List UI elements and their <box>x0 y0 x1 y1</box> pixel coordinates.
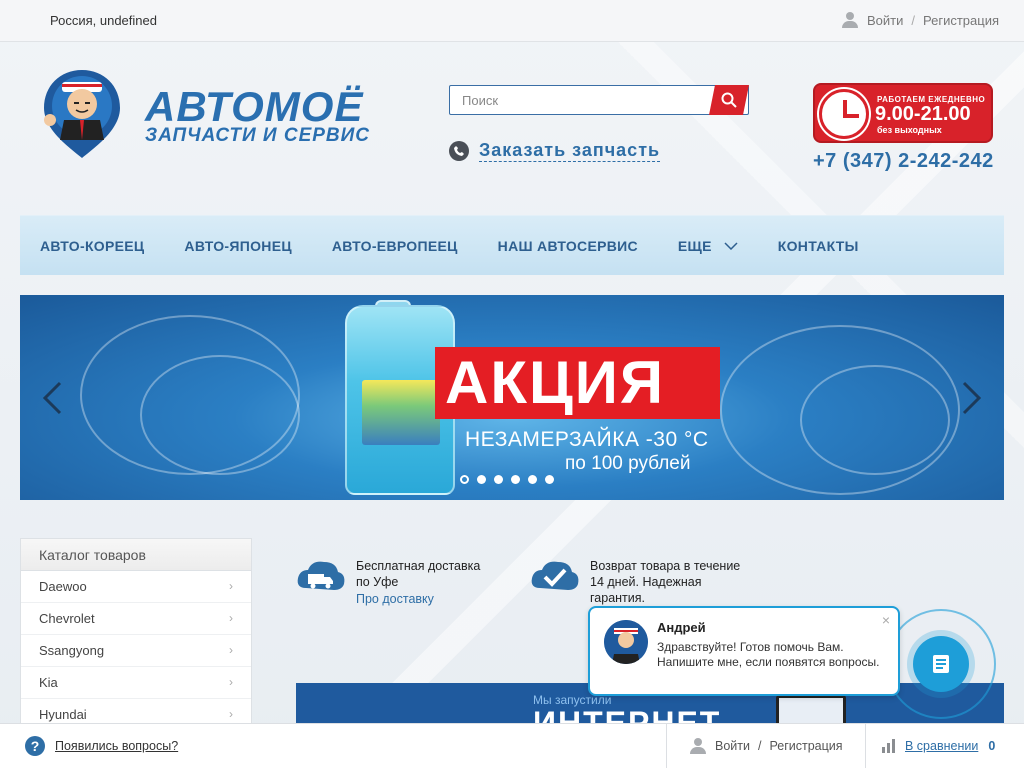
order-part-link[interactable]: Заказать запчасть <box>479 140 661 162</box>
user-icon <box>841 12 859 28</box>
chevron-right-icon: › <box>229 611 233 625</box>
mascot-logo-icon[interactable] <box>40 68 124 158</box>
catalog-item-ssangyong[interactable]: Ssangyong › <box>21 635 251 667</box>
compare-widget: В сравнении 0 <box>865 724 1024 768</box>
slider-dot[interactable] <box>545 475 554 484</box>
compare-count: 0 <box>988 739 996 753</box>
delivery-info-link[interactable]: Про доставку <box>356 592 434 606</box>
chat-message: Здравствуйте! Готов помочь Вам. Напишите… <box>657 640 880 669</box>
nav-item-more[interactable]: ЕЩЕ <box>678 238 738 254</box>
slider-dot[interactable] <box>460 475 469 484</box>
slider-next-arrow-icon[interactable] <box>962 381 982 415</box>
close-icon[interactable]: × <box>882 612 890 628</box>
order-part: Заказать запчасть <box>449 140 661 162</box>
clock-icon <box>819 89 869 139</box>
feature-return-line2: 14 дней. Надежная <box>590 575 702 589</box>
chevron-right-icon: › <box>229 579 233 593</box>
feature-return-line1: Возврат товара в течение <box>590 559 741 573</box>
working-hours-badge: РАБОТАЕМ ЕЖЕДНЕВНО 9.00-21.00 без выходн… <box>813 83 993 143</box>
feature-delivery: Бесплатная доставка по Уфе Про доставку <box>296 558 480 608</box>
search-input[interactable] <box>450 86 700 114</box>
hours-label-bottom: без выходных <box>877 125 942 135</box>
nav-item-label: АВТО-ЕВРОПЕЕЦ <box>331 237 458 254</box>
region-selector[interactable]: Россия, undefined <box>50 13 157 28</box>
slider-dots <box>460 475 554 484</box>
logo-title[interactable]: АВТОМОЁ <box>145 83 363 131</box>
chat-open-button[interactable] <box>913 636 969 692</box>
slider-prev-arrow-icon[interactable] <box>42 381 62 415</box>
logo-subtitle: ЗАПЧАСТИ И СЕРВИС <box>145 125 371 146</box>
catalog-item-daewoo[interactable]: Daewoo › <box>21 571 251 603</box>
bottle-label <box>362 380 440 445</box>
nav-item-label: КОНТАКТЫ <box>777 237 859 254</box>
bottom-register-link[interactable]: Регистрация <box>769 739 842 753</box>
catalog-item-label: Ssangyong <box>39 643 105 658</box>
help-link[interactable]: Появились вопросы? <box>55 739 178 753</box>
phone-number[interactable]: +7 (347) 2-242-242 <box>813 150 994 173</box>
catalog-item-label: Daewoo <box>39 579 87 594</box>
promo-banner[interactable]: АКЦИЯ НЕЗАМЕРЗАЙКА -30 °С по 100 рублей <box>20 295 1004 500</box>
feature-return-line3: гарантия. <box>590 591 645 605</box>
chat-icon <box>933 655 949 673</box>
catalog-item-chevrolet[interactable]: Chevrolet › <box>21 603 251 635</box>
site-header: АВТОМОЁ ЗАПЧАСТИ И СЕРВИС Заказать запча… <box>0 43 1024 213</box>
nav-item-label: НАШ АВТОСЕРВИС <box>497 237 638 254</box>
nav-item-label: АВТО-КОРЕЕЦ <box>40 237 145 254</box>
login-link[interactable]: Войти <box>867 13 903 28</box>
nav-item-contacts[interactable]: КОНТАКТЫ <box>778 238 859 254</box>
nav-item-korean[interactable]: АВТО-КОРЕЕЦ <box>40 238 144 254</box>
chevron-down-icon <box>724 241 738 250</box>
search-button[interactable] <box>709 85 749 115</box>
nav-item-japanese[interactable]: АВТО-ЯПОНЕЦ <box>184 238 291 254</box>
chat-operator-name: Андрей <box>657 620 706 635</box>
catalog-item-label: Chevrolet <box>39 611 95 626</box>
slider-dot[interactable] <box>477 475 486 484</box>
chevron-right-icon: › <box>229 675 233 689</box>
catalog-item-label: Kia <box>39 675 58 690</box>
hours-time: 9.00-21.00 <box>875 103 971 125</box>
catalog-item-label: Hyundai <box>39 707 87 722</box>
feature-delivery-line2: по Уфе <box>356 575 399 589</box>
splash-decor <box>140 355 300 475</box>
delivery-truck-icon <box>297 561 345 590</box>
operator-avatar <box>604 620 648 664</box>
nav-item-autoservice[interactable]: НАШ АВТОСЕРВИС <box>498 238 638 254</box>
cloud-check-icon <box>531 561 579 590</box>
main-nav: АВТО-КОРЕЕЦ АВТО-ЯПОНЕЦ АВТО-ЕВРОПЕЕЦ НА… <box>20 215 1004 275</box>
slider-dot[interactable] <box>528 475 537 484</box>
promo-title: АКЦИЯ <box>445 349 666 416</box>
chevron-right-icon: › <box>229 707 233 721</box>
top-auth: Войти / Регистрация <box>841 12 999 28</box>
bottom-login-link[interactable]: Войти <box>715 739 750 753</box>
promo-line-1: НЕЗАМЕРЗАЙКА -30 °С <box>465 428 709 451</box>
catalog-header[interactable]: Каталог товаров <box>21 539 251 571</box>
feature-delivery-line1: Бесплатная доставка <box>356 559 481 573</box>
search-icon <box>721 92 737 108</box>
catalog-menu: Каталог товаров Daewoo › Chevrolet › Ssa… <box>20 538 252 732</box>
splash-decor <box>800 365 950 475</box>
nav-item-label: АВТО-ЯПОНЕЦ <box>184 237 292 254</box>
catalog-item-kia[interactable]: Kia › <box>21 667 251 699</box>
slider-dot[interactable] <box>511 475 520 484</box>
top-bar: Россия, undefined Войти / Регистрация <box>0 0 1024 42</box>
compare-link[interactable]: В сравнении <box>905 739 978 753</box>
nav-item-label: ЕЩЕ <box>677 237 712 254</box>
promo-line-2: по 100 рублей <box>565 453 691 474</box>
chat-popup[interactable]: Андрей Здравствуйте! Готов помочь Вам. Н… <box>588 606 900 696</box>
nav-item-european[interactable]: АВТО-ЕВРОПЕЕЦ <box>332 238 458 254</box>
phone-icon <box>449 141 469 161</box>
search-form <box>449 85 749 115</box>
bottom-bar: ? Появились вопросы? Войти / Регистрация… <box>0 723 1024 768</box>
chevron-right-icon: › <box>229 643 233 657</box>
compare-bars-icon <box>882 739 895 753</box>
user-icon <box>689 738 707 754</box>
auth-separator: / <box>911 12 915 28</box>
help-widget: ? Появились вопросы? <box>25 736 178 756</box>
register-link[interactable]: Регистрация <box>923 13 999 28</box>
feature-return: Возврат товара в течение 14 дней. Надежн… <box>530 558 740 606</box>
question-icon: ? <box>25 736 45 756</box>
auth-separator: / <box>757 739 762 753</box>
bottom-auth: Войти / Регистрация <box>666 724 866 768</box>
slider-dot[interactable] <box>494 475 503 484</box>
